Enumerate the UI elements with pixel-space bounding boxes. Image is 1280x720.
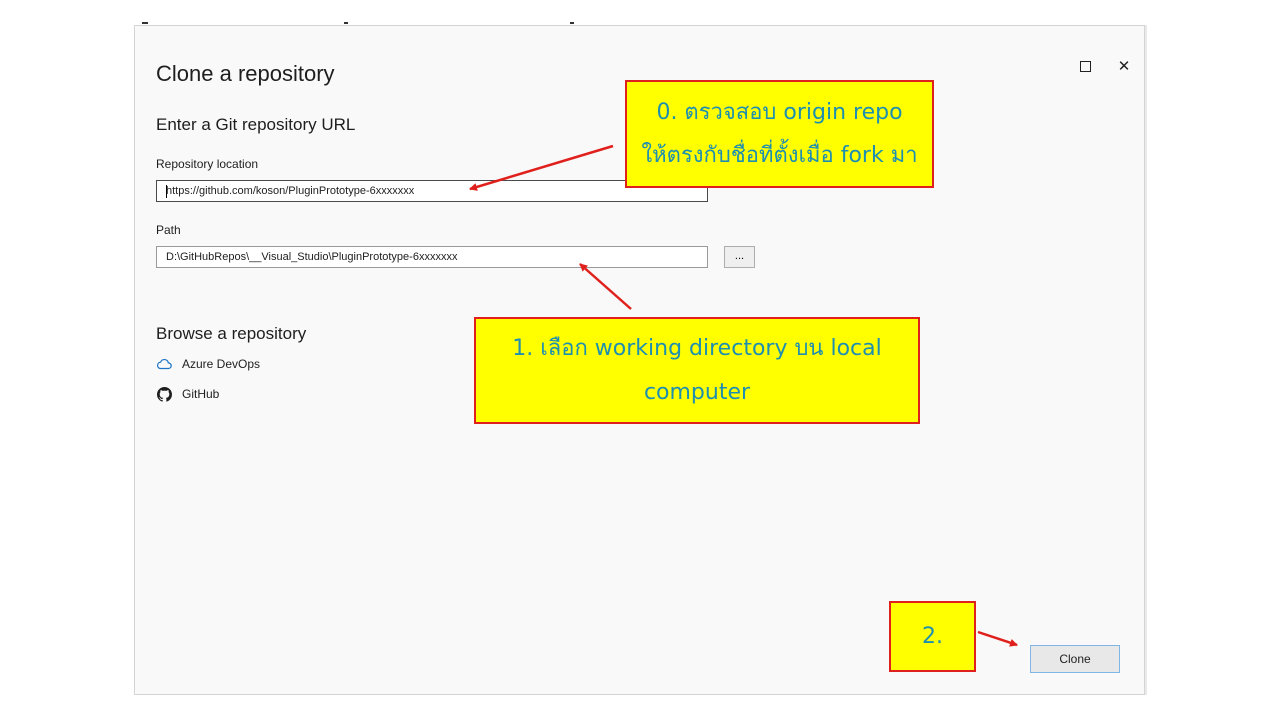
close-icon: ✕ <box>1117 56 1131 75</box>
browse-path-button[interactable]: ... <box>724 246 755 268</box>
url-section-heading: Enter a Git repository URL <box>156 115 356 134</box>
github-icon <box>156 386 172 402</box>
cloud-icon <box>156 356 172 372</box>
repository-location-value: https://github.com/koson/PluginPrototype… <box>166 185 415 197</box>
callout-text: ให้ตรงกับชื่อที่ตั้งเมื่อ fork มา <box>641 143 918 168</box>
path-label: Path <box>156 223 181 237</box>
maximize-button[interactable] <box>1076 57 1094 75</box>
path-value: D:\GitHubRepos\__Visual_Studio\PluginPro… <box>166 251 458 263</box>
callout-text: 0. ตรวจสอบ origin repo <box>656 100 903 125</box>
callout-text: computer <box>643 379 751 405</box>
callout-text: 1. เลือก working directory บน local <box>512 335 882 361</box>
provider-label: Azure DevOps <box>182 357 261 371</box>
dialog-title: Clone a repository <box>156 61 335 86</box>
browse-section-heading: Browse a repository <box>156 324 307 343</box>
path-input[interactable]: D:\GitHubRepos\__Visual_Studio\PluginPro… <box>156 246 708 268</box>
callout-step-2: 2. <box>889 601 976 672</box>
provider-azure-devops[interactable]: Azure DevOps <box>156 355 260 373</box>
background-window-edge <box>344 22 348 24</box>
background-window-edge <box>142 22 148 24</box>
callout-select-working-directory: 1. เลือก working directory บน local comp… <box>474 317 920 424</box>
dialog-shadow-edge <box>1145 25 1147 695</box>
text-caret <box>166 185 167 198</box>
close-button[interactable]: ✕ <box>1115 57 1133 75</box>
clone-button[interactable]: Clone <box>1030 645 1120 673</box>
callout-check-origin-repo: 0. ตรวจสอบ origin repo ให้ตรงกับชื่อที่ต… <box>625 80 934 188</box>
provider-label: GitHub <box>182 387 220 401</box>
callout-text: 2. <box>922 624 943 649</box>
repository-location-label: Repository location <box>156 157 259 171</box>
background-window-edge <box>570 22 574 24</box>
maximize-icon <box>1079 60 1091 72</box>
provider-github[interactable]: GitHub <box>156 385 219 403</box>
